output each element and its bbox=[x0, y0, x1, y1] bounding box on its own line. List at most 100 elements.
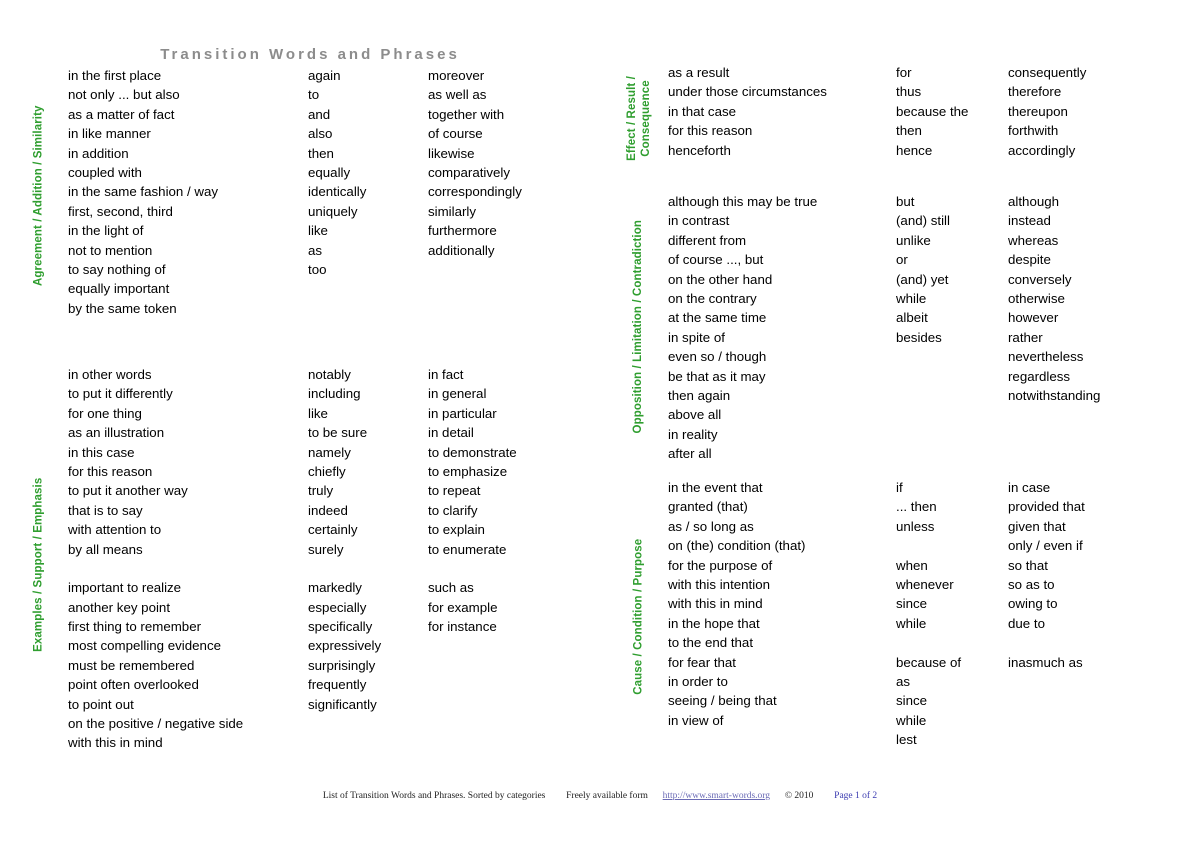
transition-term: because the bbox=[896, 103, 969, 119]
transition-term: frequently bbox=[308, 677, 367, 693]
transition-term: markedly bbox=[308, 580, 362, 596]
term-column: moreover as well as together with of course… bbox=[428, 66, 628, 260]
page-footer: List of Transition Words and Phrases. So… bbox=[0, 791, 1200, 801]
transition-term: by the same token bbox=[68, 300, 177, 316]
transition-term: indeed bbox=[308, 502, 348, 518]
transition-term: including bbox=[308, 386, 361, 402]
transition-term: although this may be true bbox=[668, 194, 818, 209]
transition-term: for fear that bbox=[668, 654, 736, 670]
transition-term: in contrast bbox=[668, 213, 730, 229]
transition-term: while bbox=[896, 615, 927, 631]
transition-term: in general bbox=[428, 386, 487, 402]
transition-term: seeing / being that bbox=[668, 693, 777, 709]
term-column: for thus because the then hence bbox=[896, 63, 1006, 160]
transition-term: as a result bbox=[668, 65, 730, 80]
transition-term: identically bbox=[308, 184, 367, 200]
transition-term: thereupon bbox=[1008, 103, 1068, 119]
transition-term: in the same fashion / way bbox=[68, 184, 219, 200]
transition-term: be that as it may bbox=[668, 368, 766, 384]
transition-term: another key point bbox=[68, 599, 171, 615]
transition-term: above all bbox=[668, 407, 722, 423]
transition-term: for example bbox=[428, 599, 498, 615]
transition-term: to the end that bbox=[668, 635, 754, 651]
transition-term: (and) still bbox=[896, 213, 950, 229]
transition-term: thus bbox=[896, 84, 922, 100]
transition-term: forthwith bbox=[1008, 123, 1059, 139]
transition-term: whenever bbox=[896, 576, 954, 592]
transition-term: consequently bbox=[1008, 65, 1087, 80]
transition-term: unless bbox=[896, 518, 935, 534]
transition-term: whereas bbox=[1008, 232, 1059, 248]
transition-term: on the other hand bbox=[668, 271, 773, 287]
transition-term: for this reason bbox=[68, 463, 153, 479]
transition-term: in the light of bbox=[68, 223, 144, 239]
transition-term: however bbox=[1008, 310, 1059, 326]
transition-term: in the event that bbox=[668, 480, 763, 495]
footer-url-link[interactable]: http://www.smart-words.org bbox=[663, 791, 770, 801]
transition-term: as bbox=[896, 673, 911, 689]
transition-term: not only ... but also bbox=[68, 87, 180, 103]
transition-term: or bbox=[896, 252, 908, 268]
transition-term: too bbox=[308, 261, 327, 277]
category-label: Cause / Condition / Purpose bbox=[622, 478, 656, 756]
transition-term: then bbox=[308, 145, 334, 161]
transition-term: granted (that) bbox=[668, 499, 748, 515]
transition-term: besides bbox=[896, 329, 942, 345]
transition-term: because of bbox=[896, 654, 962, 670]
transition-term: on the contrary bbox=[668, 290, 757, 306]
transition-term: truly bbox=[308, 483, 334, 499]
transition-term: significantly bbox=[308, 696, 377, 712]
transition-term: as bbox=[308, 242, 323, 258]
transition-term: in that case bbox=[668, 103, 737, 119]
transition-term: certainly bbox=[308, 522, 358, 538]
transition-term: notably bbox=[308, 367, 351, 382]
transition-term: albeit bbox=[896, 310, 928, 326]
transition-term: in addition bbox=[68, 145, 129, 161]
category-label: Opposition / Limitation / Contradiction bbox=[622, 192, 656, 462]
transition-term: with this intention bbox=[668, 576, 770, 592]
footer-availability: Freely available form bbox=[566, 791, 648, 801]
category-block: Opposition / Limitation / Contradiction a… bbox=[622, 192, 1200, 462]
term-column: in case provided that given that only / eve… bbox=[1008, 478, 1200, 672]
transition-term: in case bbox=[1008, 480, 1051, 495]
transition-term: point often overlooked bbox=[68, 677, 199, 693]
transition-term: to clarify bbox=[428, 502, 478, 518]
category-block: Cause / Condition / Purpose in the event … bbox=[622, 478, 1200, 756]
transition-term: not to mention bbox=[68, 242, 153, 258]
transition-term: only / even if bbox=[1008, 538, 1083, 554]
transition-term: moreover bbox=[428, 68, 485, 83]
transition-term: in fact bbox=[428, 367, 464, 382]
transition-term: for this reason bbox=[668, 123, 753, 139]
transition-term: for bbox=[896, 65, 912, 80]
transition-term: of course bbox=[428, 126, 483, 142]
transition-term: therefore bbox=[1008, 84, 1062, 100]
transition-term: henceforth bbox=[668, 142, 731, 158]
term-column: in the event that granted (that) as / so l… bbox=[668, 478, 888, 730]
transition-term: as well as bbox=[428, 87, 487, 103]
transition-term: with this in mind bbox=[68, 735, 163, 751]
term-column: again to and also then equally identically uniq… bbox=[308, 66, 428, 279]
category-label-text: Opposition / Limitation / Contradiction bbox=[632, 220, 645, 434]
transition-term: expressively bbox=[308, 638, 382, 654]
transition-term: to be sure bbox=[308, 425, 368, 441]
transition-term: so as to bbox=[1008, 576, 1055, 592]
category-block: Examples / Support / Emphasis in other wo… bbox=[22, 365, 622, 765]
transition-term: inasmuch as bbox=[1008, 654, 1083, 670]
transition-term: in particular bbox=[428, 405, 497, 421]
transition-term: in detail bbox=[428, 425, 474, 441]
category-label: Effect / Result / Consequence bbox=[622, 63, 656, 173]
transition-term: but bbox=[896, 194, 915, 209]
transition-term: especially bbox=[308, 599, 367, 615]
transition-term: in spite of bbox=[668, 329, 725, 345]
transition-term: with attention to bbox=[68, 522, 162, 538]
transition-term: surely bbox=[308, 541, 344, 557]
transition-term: for the purpose of bbox=[668, 557, 773, 573]
category-label-text: Effect / Result / Consequence bbox=[625, 75, 652, 161]
term-column: in other words to put it differently for o… bbox=[68, 365, 298, 753]
category-label-text: Agreement / Addition / Similarity bbox=[32, 105, 45, 287]
transition-term: like bbox=[308, 223, 328, 239]
transition-term: different from bbox=[668, 232, 747, 248]
term-column: as a result under those circumstances in t… bbox=[668, 63, 888, 160]
term-column: although this may be true in contrast diff… bbox=[668, 192, 888, 463]
transition-term: (and) yet bbox=[896, 271, 949, 287]
